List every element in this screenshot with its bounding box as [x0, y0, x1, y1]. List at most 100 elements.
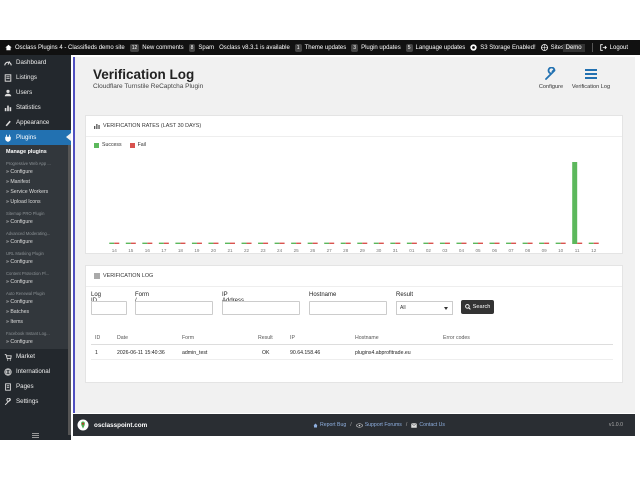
support-forums-link[interactable]: Support Forums: [355, 422, 402, 428]
x-tick-label: 24: [277, 248, 283, 253]
bar-fail-15: [130, 242, 136, 244]
x-tick-label: 28: [343, 248, 349, 253]
pwa-upload-icons-link[interactable]: » Upload Icons: [0, 197, 71, 207]
configure-button[interactable]: Configure: [530, 67, 572, 90]
col-form: Form: [182, 335, 195, 341]
pwa-configure-link[interactable]: » Configure: [0, 167, 71, 177]
wrench-icon: [545, 67, 556, 80]
listings-icon: [4, 73, 12, 82]
bar-success-21: [225, 242, 230, 244]
language-updates-link[interactable]: 5 Language updates: [405, 43, 465, 52]
legend-fail[interactable]: Fail: [129, 142, 146, 148]
legend-success[interactable]: Success: [94, 142, 122, 148]
sidebar-item-appearance[interactable]: Appearance: [0, 115, 71, 130]
collapse-menu-icon[interactable]: [32, 433, 39, 438]
manage-plugins-link[interactable]: Manage plugins: [0, 145, 71, 157]
user-name[interactable]: Demo: [562, 43, 585, 52]
sites-link[interactable]: Sites: [540, 44, 564, 51]
pwa-service-workers-link[interactable]: » Service Workers: [0, 187, 71, 197]
bar-success-02: [423, 242, 429, 244]
bar-success-31: [390, 242, 396, 244]
s3-storage-link[interactable]: S3 Storage Enabled!: [470, 44, 536, 51]
pwa-manifest-link[interactable]: » Manifest: [0, 177, 71, 187]
col-id: ID: [95, 335, 101, 341]
x-tick-label: 07: [509, 248, 515, 253]
sidebar-item-statistics[interactable]: Statistics: [0, 100, 71, 115]
form-hook-input[interactable]: [135, 301, 213, 315]
comments-link[interactable]: 12 New comments: [129, 43, 184, 52]
sidebar-label: Users: [16, 89, 33, 96]
log-id-input[interactable]: [91, 301, 127, 315]
cp-configure-link[interactable]: » Configure: [0, 277, 71, 287]
x-tick-label: 05: [475, 248, 481, 253]
dashboard-icon: [4, 60, 12, 66]
x-tick-label: 08: [525, 248, 531, 253]
sidebar-item-plugins[interactable]: Plugins: [0, 130, 71, 145]
sidebar-item-settings[interactable]: Settings: [0, 394, 71, 409]
sitemap-configure-link[interactable]: » Configure: [0, 217, 71, 227]
sidebar-item-listings[interactable]: Listings: [0, 70, 71, 85]
report-bug-link[interactable]: Report Bug: [313, 422, 346, 428]
bar-fail-18: [180, 242, 186, 244]
result-select[interactable]: All: [396, 301, 453, 315]
x-tick-label: 15: [128, 248, 134, 253]
theme-updates-link[interactable]: 1 Theme updates: [294, 43, 346, 52]
x-tick-label: 17: [161, 248, 167, 253]
sidebar-item-market[interactable]: Market: [0, 349, 71, 364]
verification-log-button[interactable]: Verification Log: [569, 67, 613, 90]
bar-success-07: [506, 242, 512, 244]
x-tick-label: 21: [227, 248, 233, 253]
rates-card-title: VERIFICATION RATES (LAST 30 DAYS): [103, 123, 202, 129]
spam-link[interactable]: 8 Spam: [188, 43, 214, 52]
bar-fail-28: [345, 242, 351, 244]
logout-link[interactable]: Logout: [599, 44, 628, 51]
bar-success-29: [357, 242, 363, 244]
site-name-link[interactable]: Osclass Plugins 4 - Classifieds demo sit…: [5, 44, 125, 51]
bar-fail-25: [296, 242, 302, 244]
bar-fail-23: [263, 242, 269, 244]
col-hostname: Hostname: [355, 335, 379, 341]
bar-fail-31: [395, 242, 401, 244]
verification-log-card: VERIFICATION LOG: [85, 265, 623, 383]
x-tick-label: 31: [393, 248, 399, 253]
sidebar-item-pages[interactable]: Pages: [0, 379, 71, 394]
renewal-configure-link[interactable]: » Configure: [0, 297, 71, 307]
bar-fail-07: [511, 242, 517, 244]
osclass-update-link[interactable]: Osclass v8.3.1 is available: [219, 45, 290, 51]
row-date: 2026-06-11 15:40:36: [117, 350, 165, 356]
renewal-items-link[interactable]: » Items: [0, 317, 71, 327]
x-tick-label: 19: [194, 248, 200, 253]
sidebar-item-users[interactable]: Users: [0, 85, 71, 100]
bar-success-27: [324, 242, 330, 244]
sidebar-scrollbar[interactable]: [68, 145, 71, 435]
contact-us-link[interactable]: Contact Us: [411, 422, 445, 428]
bar-fail-06: [494, 242, 500, 244]
x-tick-label: 06: [492, 248, 498, 253]
footer-logo[interactable]: osclasspoint.com: [77, 419, 147, 431]
url-configure-link[interactable]: » Configure: [0, 257, 71, 267]
fb-configure-link[interactable]: » Configure: [0, 337, 71, 347]
x-tick-label: 02: [426, 248, 432, 253]
bar-success-20: [208, 242, 214, 244]
table-row[interactable]: 1 2026-06-11 15:40:36 admin_test OK 90.6…: [91, 347, 613, 360]
legend-success-label: Success: [102, 142, 122, 148]
settings-icon: [4, 397, 11, 405]
hostname-input[interactable]: [309, 301, 387, 315]
bar-success-17: [158, 242, 164, 244]
eye-icon: [355, 422, 363, 428]
renewal-section-title: Auto Renewal Plugin: [6, 291, 45, 296]
x-tick-label: 10: [558, 248, 564, 253]
advmod-configure-link[interactable]: » Configure: [0, 237, 71, 247]
spam-count: 8: [188, 43, 196, 52]
bar-chart-icon: [94, 124, 100, 129]
users-icon: [4, 89, 12, 96]
search-button[interactable]: Search: [461, 300, 494, 314]
ip-address-input[interactable]: [222, 301, 300, 315]
sidebar-item-international[interactable]: International: [0, 364, 71, 379]
bar-success-08: [522, 242, 528, 244]
plugin-updates-link[interactable]: 3 Plugin updates: [351, 43, 401, 52]
bar-success-15: [125, 242, 131, 244]
renewal-batches-link[interactable]: » Batches: [0, 307, 71, 317]
sidebar-item-dashboard[interactable]: Dashboard: [0, 55, 71, 70]
bar-fail-30: [378, 242, 384, 244]
